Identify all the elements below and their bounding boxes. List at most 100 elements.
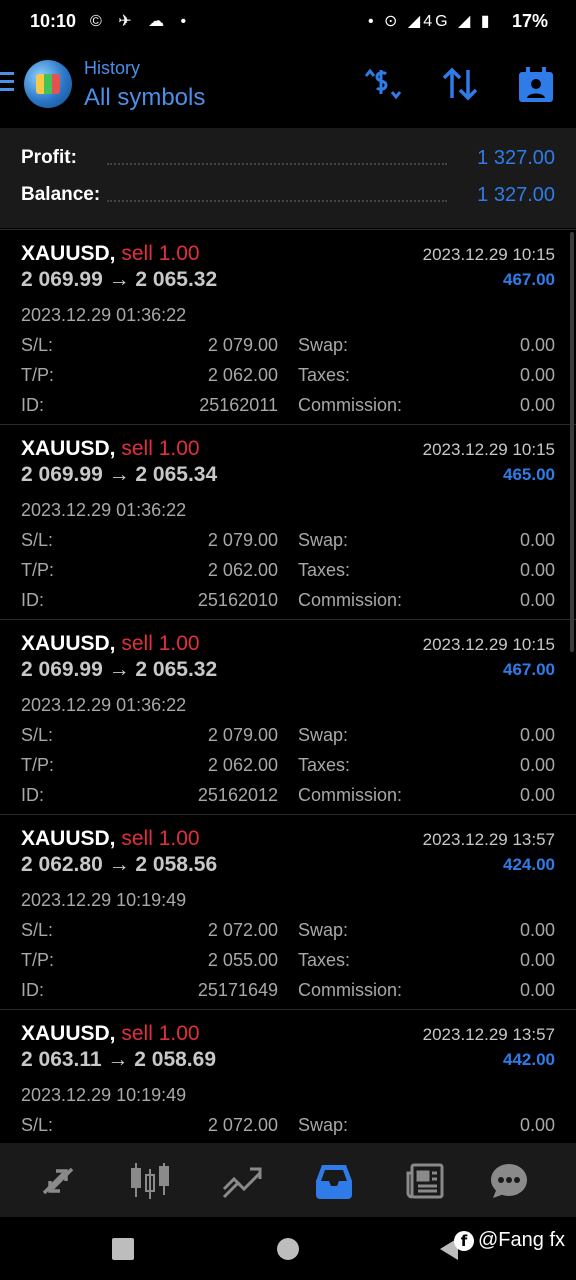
chat-tab-icon[interactable] [487, 1159, 531, 1203]
history-tab-icon[interactable] [312, 1159, 356, 1203]
deal-symbol: XAUUSD, [21, 827, 116, 850]
id-value: 25162012 [197, 785, 278, 805]
commission-value: 0.00 [519, 395, 555, 415]
facebook-icon: f [454, 1230, 474, 1251]
quotes-tab-icon[interactable] [36, 1159, 80, 1203]
tp-value: 2 062.00 [207, 560, 278, 580]
sl-value: 2 079.00 [207, 530, 278, 550]
deal-symbol-line: XAUUSD, sell 1.00 [21, 242, 200, 266]
deal-symbol-line: XAUUSD, sell 1.00 [21, 827, 200, 851]
swap-value: 0.00 [519, 530, 555, 550]
calendar-user-icon[interactable] [516, 64, 556, 104]
sl-value: 2 072.00 [207, 1115, 278, 1135]
id-label: ID: [21, 590, 45, 610]
deal-symbol: XAUUSD, [21, 242, 116, 265]
deal-side: sell 1.00 [121, 437, 200, 460]
deal-profit: 424.00 [503, 855, 555, 874]
trade-tab-icon[interactable] [220, 1159, 264, 1203]
metatrader-logo[interactable] [24, 60, 72, 108]
id-label: ID: [21, 980, 45, 1000]
deal-item[interactable]: XAUUSD, sell 1.00 2023.12.29 13:57 2 062… [0, 814, 576, 1010]
swap-label: Swap: [298, 1115, 349, 1135]
menu-icon[interactable] [0, 72, 14, 94]
deal-item[interactable]: XAUUSD, sell 1.00 2023.12.29 10:15 2 069… [0, 619, 576, 815]
deal-side: sell 1.00 [121, 827, 200, 850]
deal-close-time: 2023.12.29 10:15 [422, 245, 555, 264]
currency-exchange-icon[interactable] [362, 64, 402, 104]
id-label: ID: [21, 785, 45, 805]
tp-label: T/P: [21, 365, 55, 385]
sl-label: S/L: [21, 725, 54, 745]
taxes-value: 0.00 [519, 365, 555, 385]
page-subtitle: History [84, 58, 141, 78]
commission-value: 0.00 [519, 590, 555, 610]
tp-label: T/P: [21, 950, 55, 970]
tp-value: 2 062.00 [207, 365, 278, 385]
page-title[interactable]: All symbols [84, 84, 205, 112]
taxes-value: 0.00 [519, 560, 555, 580]
battery-level: 17% [512, 11, 549, 31]
deal-prices: 2 069.99 → 2 065.34 [21, 463, 218, 486]
tp-label: T/P: [21, 755, 55, 775]
deal-item[interactable]: XAUUSD, sell 1.00 2023.12.29 10:15 2 069… [0, 229, 576, 425]
tp-value: 2 062.00 [207, 755, 278, 775]
deal-open-time: 2023.12.29 10:19:49 [21, 1085, 187, 1105]
deal-symbol: XAUUSD, [21, 437, 116, 460]
taxes-label: Taxes: [298, 755, 351, 775]
profit-label: Profit: [21, 147, 77, 168]
sl-label: S/L: [21, 920, 54, 940]
commission-label: Commission: [298, 590, 403, 610]
tp-value: 2 055.00 [207, 950, 278, 970]
deal-open-time: 2023.12.29 01:36:22 [21, 500, 187, 520]
chart-tab-icon[interactable] [128, 1159, 172, 1203]
deal-prices: 2 063.11 → 2 058.69 [21, 1048, 216, 1071]
deal-profit: 467.00 [503, 660, 555, 679]
deal-open-time: 2023.12.29 01:36:22 [21, 305, 187, 325]
deal-close-time: 2023.12.29 13:57 [422, 830, 555, 849]
swap-label: Swap: [298, 530, 349, 550]
commission-value: 0.00 [519, 785, 555, 805]
news-tab-icon[interactable] [404, 1159, 448, 1203]
bottom-tab-bar [0, 1143, 576, 1217]
dotted-leader [107, 200, 447, 202]
id-value: 25162010 [197, 590, 278, 610]
sl-label: S/L: [21, 530, 54, 550]
system-navigation-bar: f @Fang fx [0, 1217, 576, 1280]
deal-side: sell 1.00 [121, 1022, 200, 1045]
deal-open-time: 2023.12.29 01:36:22 [21, 695, 187, 715]
balance-label: Balance: [21, 184, 101, 205]
commission-label: Commission: [298, 785, 403, 805]
deal-side: sell 1.00 [121, 632, 200, 655]
swap-label: Swap: [298, 920, 349, 940]
deal-side: sell 1.00 [121, 242, 200, 265]
sl-value: 2 079.00 [207, 725, 278, 745]
clock: 10:10 [30, 11, 77, 31]
sl-value: 2 079.00 [207, 335, 278, 355]
recents-button[interactable] [112, 1238, 134, 1260]
sl-label: S/L: [21, 335, 54, 355]
sl-label: S/L: [21, 1115, 54, 1135]
taxes-label: Taxes: [298, 950, 351, 970]
deal-prices: 2 062.80 → 2 058.56 [21, 853, 218, 876]
swap-value: 0.00 [519, 725, 555, 745]
swap-label: Swap: [298, 335, 349, 355]
home-button[interactable] [277, 1238, 299, 1260]
sl-value: 2 072.00 [207, 920, 278, 940]
swap-value: 0.00 [519, 1115, 555, 1135]
deal-profit: 442.00 [503, 1050, 555, 1069]
taxes-label: Taxes: [298, 560, 351, 580]
deal-prices: 2 069.99 → 2 065.32 [21, 268, 218, 291]
deal-item[interactable]: XAUUSD, sell 1.00 2023.12.29 10:15 2 069… [0, 424, 576, 620]
balance-row: Balance: 1 327.00 [21, 184, 555, 208]
commission-value: 0.00 [519, 980, 555, 1000]
watermark: f @Fang fx [454, 1229, 565, 1252]
deal-symbol-line: XAUUSD, sell 1.00 [21, 437, 200, 461]
scrollbar-thumb[interactable] [570, 232, 574, 652]
sort-icon[interactable] [440, 64, 480, 104]
deal-close-time: 2023.12.29 10:15 [422, 635, 555, 654]
watermark-handle: @Fang fx [478, 1229, 566, 1251]
profit-value: 1 327.00 [477, 147, 555, 169]
deal-item[interactable]: XAUUSD, sell 1.00 2023.12.29 13:57 2 063… [0, 1009, 576, 1144]
swap-value: 0.00 [519, 920, 555, 940]
id-value: 25171649 [197, 980, 278, 1000]
